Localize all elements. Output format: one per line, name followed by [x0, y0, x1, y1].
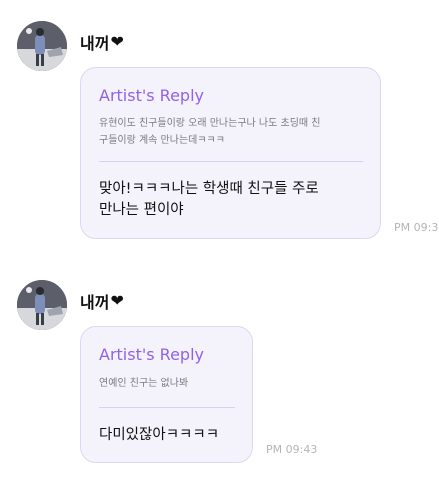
artist-reply-title: Artist's Reply	[99, 345, 204, 364]
quote-line: 구들이랑 계속 만나는데ㅋㅋㅋ	[99, 135, 225, 146]
avatar-photo	[17, 21, 67, 71]
reply-line: 다미있잖아ㅋㅋㅋㅋ	[99, 427, 220, 443]
reply-text: 맞아!ㅋㅋㅋ나는 학생때 친구들 주로 만나는 편이야	[99, 179, 374, 221]
message-1: 내꺼 ❤ Artist's Reply 유현이도 친구들이랑 오래 만나는구나 …	[0, 0, 439, 250]
divider	[99, 161, 363, 162]
sender-label: 내꺼	[80, 293, 110, 312]
artist-reply-bubble: Artist's Reply 연예인 친구는 없나봐 다미있잖아ㅋㅋㅋㅋ	[80, 326, 253, 463]
divider	[99, 407, 235, 408]
quoted-message: 연예인 친구는 없나봐	[99, 375, 249, 392]
artist-reply-title: Artist's Reply	[99, 86, 204, 105]
reply-line: 만나는 편이야	[99, 202, 184, 218]
sender-name: 내꺼 ❤	[80, 30, 124, 54]
timestamp: PM 09:3	[394, 221, 439, 234]
reply-text: 다미있잖아ㅋㅋㅋㅋ	[99, 425, 249, 446]
message-2: 내꺼 ❤ Artist's Reply 연예인 친구는 없나봐 다미있잖아ㅋㅋㅋ…	[0, 260, 439, 488]
artist-reply-bubble: Artist's Reply 유현이도 친구들이랑 오래 만나는구나 나도 초딩…	[80, 67, 381, 239]
quote-line: 유현이도 친구들이랑 오래 만나는구나 나도 초딩때 친	[99, 118, 321, 129]
heart-icon: ❤	[110, 291, 124, 310]
avatar-photo	[17, 280, 67, 330]
avatar[interactable]	[17, 280, 67, 330]
timestamp: PM 09:43	[266, 443, 318, 456]
avatar[interactable]	[17, 21, 67, 71]
reply-line: 맞아!ㅋㅋㅋ나는 학생때 친구들 주로	[99, 181, 319, 197]
heart-icon: ❤	[110, 32, 124, 51]
sender-label: 내꺼	[80, 34, 110, 53]
quote-line: 연예인 친구는 없나봐	[99, 378, 189, 389]
quoted-message: 유현이도 친구들이랑 오래 만나는구나 나도 초딩때 친 구들이랑 계속 만나는…	[99, 115, 369, 149]
sender-name: 내꺼 ❤	[80, 289, 124, 313]
